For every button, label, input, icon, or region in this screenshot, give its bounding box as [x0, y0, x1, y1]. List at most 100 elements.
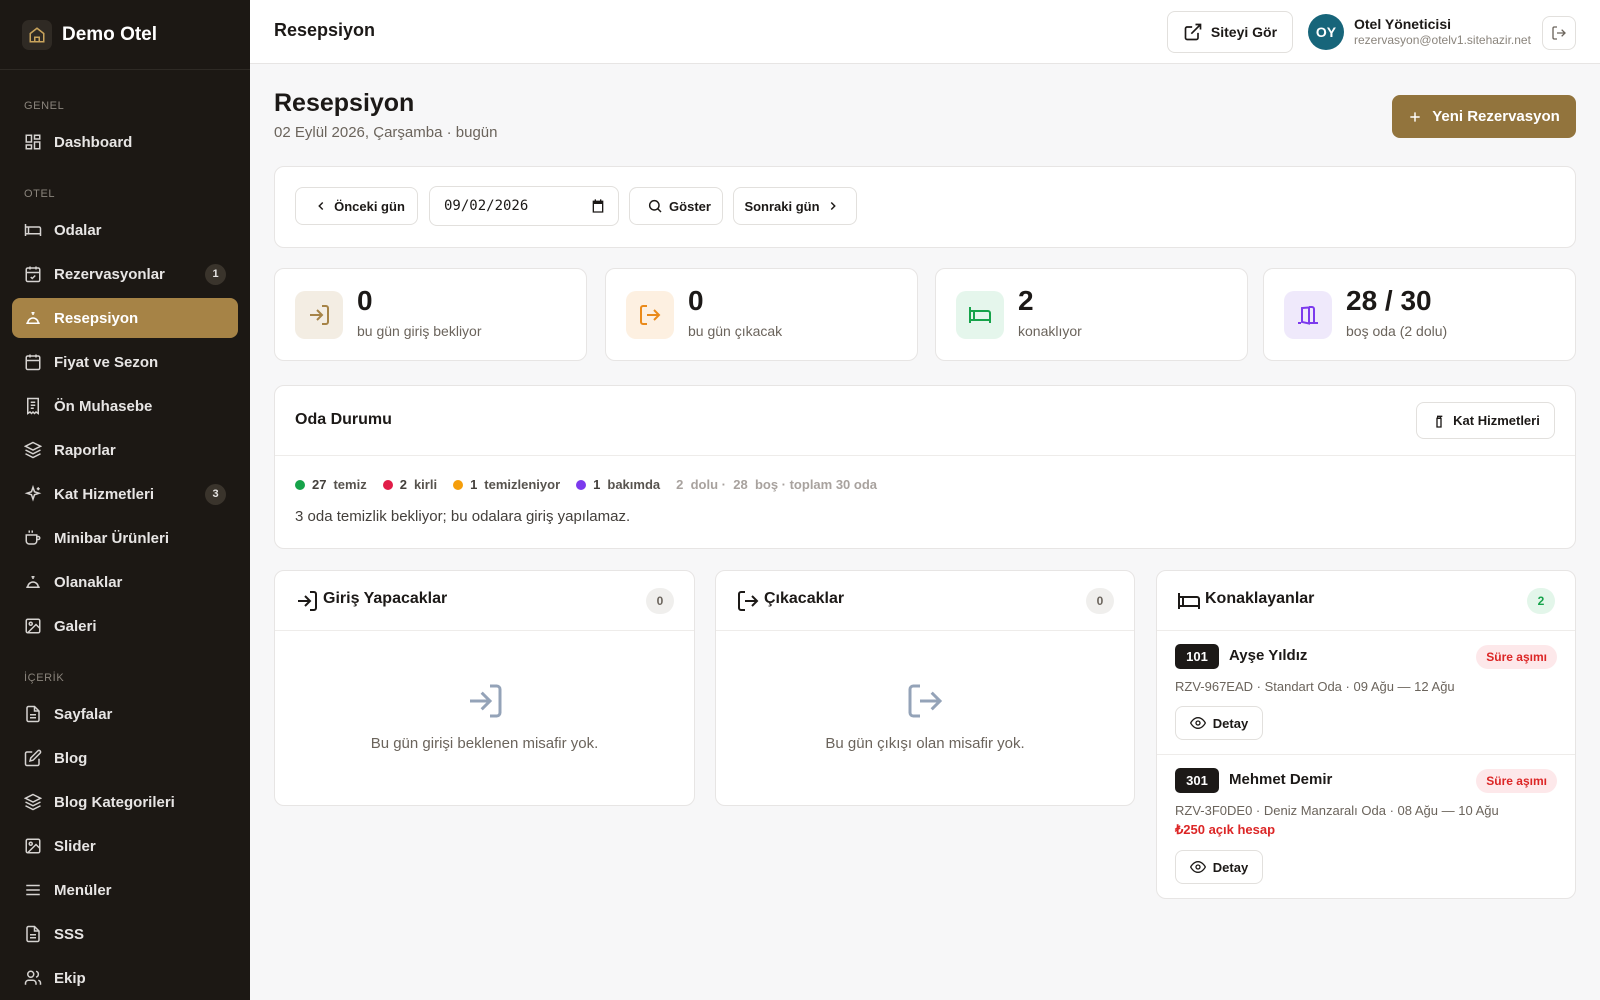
list-item: 301 Mehmet Demir Süre aşımı RZV-3F0DE0 ·… [1157, 756, 1575, 896]
previous-day-button[interactable]: Önceki gün [295, 187, 418, 225]
legend-item-maintenance: 1 bakımda [576, 477, 660, 492]
chevron-right-icon [830, 201, 836, 211]
new-reservation-button[interactable]: Yeni Rezervasyon [1392, 95, 1576, 138]
departures-empty-text: Bu gün çıkışı olan misafir yok. [825, 735, 1025, 752]
image-icon [25, 838, 41, 854]
sidebar-item-blog[interactable]: Blog [12, 738, 238, 778]
status-badge: Süre aşımı [1476, 769, 1557, 793]
sidebar-item-label: Sayfalar [54, 705, 113, 723]
list-item: 101 Ayşe Yıldız Süre aşımı RZV-967EAD · … [1157, 631, 1575, 755]
layers-icon [24, 793, 42, 811]
sidebar-item-label: Blog [54, 749, 88, 767]
detail-button[interactable]: Detay [1175, 706, 1263, 740]
staying-title: Konaklayanlar [1205, 590, 1315, 607]
departures-count-badge: 0 [1086, 588, 1114, 614]
nav-section-icerik: İÇERİK [24, 672, 65, 684]
logout-button[interactable] [1542, 16, 1576, 50]
logout-icon [738, 591, 759, 611]
stat-value: 0 [357, 285, 373, 316]
legend-count: 2 [399, 477, 407, 492]
view-site-button[interactable]: Siteyi Gör [1167, 11, 1293, 53]
users-icon [24, 970, 42, 985]
legend-item-cleaning: 1 temizleniyor [453, 477, 560, 492]
logout-icon [1552, 26, 1566, 40]
external-link-icon [1184, 23, 1202, 41]
sidebar-item-ekip[interactable]: Ekip [12, 958, 238, 998]
topbar-title: Resepsiyon [274, 20, 376, 40]
room-status-title: Oda Durumu [295, 411, 392, 428]
sidebar-item-blog-kategorileri[interactable]: Blog Kategorileri [12, 782, 238, 822]
sidebar-item-galeri[interactable]: Galeri [12, 606, 238, 646]
detail-button[interactable]: Detay [1175, 850, 1263, 884]
room-status-note: 3 oda temizlik bekliyor; bu odalara giri… [295, 508, 631, 525]
stat-label: konaklıyor [1018, 323, 1082, 339]
view-site-label: Siteyi Gör [1210, 24, 1278, 40]
layers-icon [24, 441, 42, 459]
hotel-logo-icon [22, 19, 52, 50]
sidebar-item-fiyat-ve-sezon[interactable]: Fiyat ve Sezon [12, 342, 238, 382]
sidebar-item-minibar[interactable]: Minibar Ürünleri [12, 518, 238, 558]
occupied-label: dolu · [690, 477, 726, 492]
guest-name: Ayşe Yıldız [1229, 647, 1308, 664]
housekeeping-button[interactable]: Kat Hizmetleri [1416, 402, 1555, 439]
sidebar-item-menuler[interactable]: Menüler [12, 870, 238, 910]
sidebar-item-label: Raporlar [54, 441, 116, 459]
detail-label: Detay [1212, 715, 1249, 731]
calendar-picker-icon[interactable] [590, 198, 606, 214]
reservation-meta: RZV-3F0DE0 · Deniz Manzaralı Oda · 08 Ağ… [1175, 803, 1499, 818]
sidebar-item-dashboard[interactable]: Dashboard [12, 122, 238, 162]
status-badge: Süre aşımı [1476, 645, 1557, 669]
sidebar-item-odalar[interactable]: Odalar [12, 210, 238, 250]
dashboard-icon [25, 134, 41, 150]
sidebar-item-sayfalar[interactable]: Sayfalar [12, 694, 238, 734]
login-icon [298, 591, 317, 611]
sidebar-item-rezervasyonlar[interactable]: Rezervasyonlar 1 [12, 254, 238, 294]
sidebar-item-raporlar[interactable]: Raporlar [12, 430, 238, 470]
status-dot [295, 479, 305, 490]
plus-icon [1410, 111, 1420, 122]
avatar[interactable]: OY [1308, 14, 1344, 50]
sidebar-item-kat-hizmetleri[interactable]: Kat Hizmetleri 3 [12, 474, 238, 514]
sidebar-item-label: Dashboard [54, 133, 133, 151]
departures-title: Çıkacaklar [764, 590, 845, 607]
login-icon [469, 684, 501, 718]
brand[interactable]: Demo Otel [0, 0, 250, 70]
stat-card-vacancy: 28 / 30 boş oda (2 dolu) [1263, 268, 1576, 361]
image-icon [25, 618, 41, 634]
stat-card-departures: 0 bu gün çıkacak [605, 268, 918, 361]
sidebar-item-on-muhasebe[interactable]: Ön Muhasebe [12, 386, 238, 426]
sidebar-item-slider[interactable]: Slider [12, 826, 238, 866]
bed-icon [1178, 593, 1200, 609]
topbar: Resepsiyon Siteyi Gör OY Otel Yöneticisi… [250, 0, 1600, 64]
stat-label: bu gün giriş bekliyor [357, 323, 482, 339]
legend-label: bakımda [607, 477, 661, 492]
next-day-button[interactable]: Sonraki gün [733, 187, 857, 225]
legend-label: temizleniyor [484, 477, 561, 492]
sidebar: Demo Otel GENEL Dashboard OTEL Odalar Re… [0, 0, 250, 1000]
sidebar-item-label: Minibar Ürünleri [54, 529, 170, 547]
housekeeping-label: Kat Hizmetleri [1453, 413, 1540, 428]
legend-label: kirli [413, 477, 438, 492]
departures-header: Çıkacaklar 0 [716, 571, 1134, 631]
user-name: Otel Yöneticisi [1354, 16, 1451, 32]
sidebar-item-label: Rezervasyonlar [54, 265, 165, 283]
cup-icon [25, 530, 41, 545]
arrivals-card: Giriş Yapacaklar 0 Bu gün girişi beklene… [274, 570, 695, 806]
guest-name: Mehmet Demir [1229, 771, 1333, 788]
receipt-icon [27, 397, 39, 415]
sidebar-item-olanaklar[interactable]: Olanaklar [12, 562, 238, 602]
sidebar-item-sss[interactable]: SSS [12, 914, 238, 954]
sidebar-item-label: Fiyat ve Sezon [54, 353, 159, 371]
previous-day-label: Önceki gün [334, 198, 405, 214]
staying-header: Konaklayanlar 2 [1157, 571, 1575, 631]
room-status-header: Oda Durumu Kat Hizmetleri [275, 386, 1575, 456]
date-input[interactable]: 09/02/2026 [429, 186, 619, 226]
nav-section-genel: GENEL [24, 100, 65, 112]
arrivals-header: Giriş Yapacaklar 0 [275, 571, 694, 631]
arrivals-title: Giriş Yapacaklar [323, 590, 448, 607]
rezervasyonlar-count-badge: 1 [205, 263, 226, 285]
sidebar-item-label: Galeri [54, 617, 97, 635]
sidebar-item-resepsiyon[interactable]: Resepsiyon [12, 298, 238, 338]
show-button[interactable]: Göster [629, 187, 723, 225]
calendar-check-icon [25, 266, 41, 283]
